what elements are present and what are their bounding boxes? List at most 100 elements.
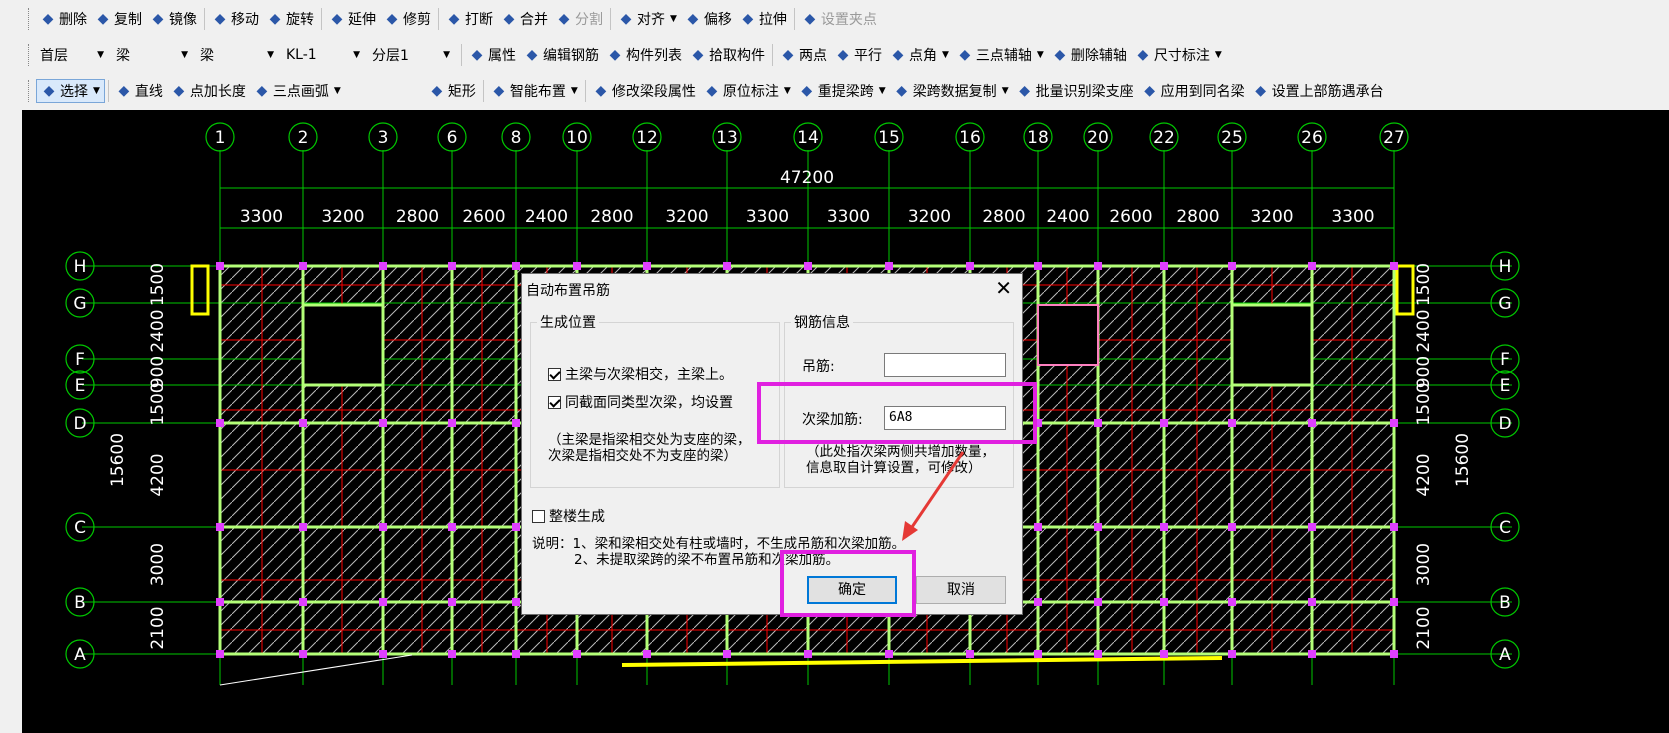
toolbar-grip[interactable]	[28, 44, 32, 66]
two-point-button[interactable]: ◆ 两点	[776, 43, 831, 67]
hanger-input[interactable]	[884, 353, 1006, 377]
chevron-down-icon[interactable]: ▼	[443, 50, 450, 60]
align-button[interactable]: ◆ 对齐 ▼	[614, 7, 681, 31]
dimension-span-top: 3200	[321, 207, 364, 227]
chevron-down-icon[interactable]: ▼	[334, 86, 341, 96]
chevron-down-icon[interactable]: ▼	[1002, 86, 1009, 96]
axis-label-top: 22	[1153, 128, 1175, 148]
whole-building-option[interactable]: 整楼生成	[532, 506, 605, 526]
pen-eraser-button[interactable]: ◆ 删除	[36, 7, 91, 31]
main-secondary-checkbox[interactable]	[548, 368, 561, 381]
properties-button[interactable]: ◆ 属性	[465, 43, 520, 67]
edit-rebar-button[interactable]: ◆ 编辑钢筋	[520, 43, 603, 67]
chevron-down-icon[interactable]: ▼	[93, 86, 100, 96]
same-section-option[interactable]: 同截面同类型次梁，均设置	[548, 392, 733, 412]
axis-label-left: D	[73, 414, 86, 434]
secondary-rebar-input[interactable]: 6A8	[884, 406, 1006, 430]
axis-label-top: 27	[1383, 128, 1405, 148]
column	[299, 523, 307, 531]
rotate-button[interactable]: ◆ 旋转	[263, 7, 318, 31]
main-secondary-option[interactable]: 主梁与次梁相交，主梁上。	[548, 364, 733, 384]
column	[299, 262, 307, 270]
axis-label-right: H	[1499, 257, 1512, 277]
mirror-button[interactable]: ◆ 镜像	[146, 7, 201, 31]
chevron-down-icon[interactable]: ▼	[879, 86, 886, 96]
split-button[interactable]: ◆ 分割	[552, 7, 607, 31]
toolbar-grip[interactable]	[28, 80, 32, 102]
same-section-checkbox[interactable]	[548, 396, 561, 409]
whole-building-checkbox[interactable]	[532, 510, 545, 523]
apply-same-beam-button[interactable]: ◆ 应用到同名梁	[1138, 79, 1249, 103]
chevron-down-icon[interactable]: ▼	[353, 50, 360, 60]
floor-component-select[interactable]: 分层1 ▼	[368, 43, 454, 67]
trim-button[interactable]: ◆ 修剪	[380, 7, 435, 31]
upper-rebar-button[interactable]: ◆ 设置上部筋遇承台	[1249, 79, 1388, 103]
grip-point-button[interactable]: ◆ 设置夹点	[798, 7, 881, 31]
chevron-down-icon[interactable]: ▼	[942, 50, 949, 60]
chevron-down-icon[interactable]: ▼	[267, 50, 274, 60]
dimension-span-left: 1500	[148, 263, 168, 306]
chevron-down-icon[interactable]: ▼	[670, 14, 677, 24]
point-angle-button[interactable]: ◆ 点角 ▼	[886, 43, 953, 67]
button-label: 镜像	[169, 12, 197, 28]
extend-button[interactable]: ◆ 延伸	[325, 7, 380, 31]
ok-button[interactable]: 确定	[807, 576, 897, 604]
rectangle-button[interactable]: ◆ 矩形	[425, 79, 480, 103]
three-point-axis-button[interactable]: ◆ 三点辅轴 ▼	[953, 43, 1048, 67]
toolbar-separator	[461, 44, 462, 66]
floor-component-select[interactable]: 梁 ▼	[196, 43, 278, 67]
extend-icon: ◆	[331, 11, 343, 27]
merge-button[interactable]: ◆ 合并	[497, 7, 552, 31]
dimension-span-top: 3300	[1331, 207, 1374, 227]
point-length-button[interactable]: ◆ 点加长度	[167, 79, 250, 103]
copy-button[interactable]: ◆ 复制	[91, 7, 146, 31]
chevron-down-icon[interactable]: ▼	[97, 50, 104, 60]
dimension-total-height-right: 15600	[1453, 433, 1473, 487]
button-label: 对齐	[637, 12, 665, 28]
column	[1308, 262, 1316, 270]
dimension-button[interactable]: ◆ 尺寸标注 ▼	[1131, 43, 1226, 67]
floor-component-select[interactable]: KL-1 ▼	[282, 43, 364, 67]
chevron-down-icon[interactable]: ▼	[784, 86, 791, 96]
floor-component-select[interactable]: 首层 ▼	[36, 43, 108, 67]
break-button[interactable]: ◆ 打断	[442, 7, 497, 31]
axis-label-right: B	[1499, 593, 1511, 613]
move-button[interactable]: ◆ 移动	[208, 7, 263, 31]
toolbar-grip[interactable]	[28, 8, 32, 30]
dimension-span-left: 3000	[148, 543, 168, 586]
column	[1034, 598, 1042, 606]
dialog-close-icon[interactable]: ✕	[995, 276, 1012, 300]
chevron-down-icon[interactable]: ▼	[181, 50, 188, 60]
floor-component-select[interactable]: 梁 ▼	[112, 43, 192, 67]
modify-span-button[interactable]: ◆ 修改梁段属性	[589, 79, 700, 103]
chevron-down-icon[interactable]: ▼	[1037, 50, 1044, 60]
component-list-button[interactable]: ◆ 构件列表	[603, 43, 686, 67]
toolbar-separator	[772, 44, 773, 66]
line-button[interactable]: ◆ 直线	[112, 79, 167, 103]
batch-support-button[interactable]: ◆ 批量识别梁支座	[1013, 79, 1138, 103]
column	[216, 523, 224, 531]
in-place-label-button[interactable]: ◆ 原位标注 ▼	[700, 79, 795, 103]
axis-label-right: E	[1500, 376, 1511, 396]
chevron-down-icon[interactable]: ▼	[571, 86, 578, 96]
dialog-title: 自动布置吊筋	[526, 283, 610, 299]
smart-layout-button[interactable]: ◆ 智能布置 ▼	[487, 79, 582, 103]
chevron-down-icon[interactable]: ▼	[1215, 50, 1222, 60]
pick-component-button[interactable]: ◆ 拾取构件	[686, 43, 769, 67]
arc-button[interactable]: ◆ 三点画弧 ▼	[250, 79, 425, 103]
delete-axis-button[interactable]: ◆ 删除辅轴	[1048, 43, 1131, 67]
draw-toolbar: ◆ 选择 ▼ ◆ 直线 ◆ 点加长度 ◆ 三点画弧 ▼ ◆ 矩形 ◆ 智能布置 ▼ ◆ 修改梁段属性 ◆ 原位标注 ▼…	[0, 72, 1669, 110]
dimension-span-top: 3200	[665, 207, 708, 227]
copy-span-data-button[interactable]: ◆ 梁跨数据复制 ▼	[890, 79, 1013, 103]
column	[448, 262, 456, 270]
toolbar-separator	[482, 80, 484, 102]
button-label: 分割	[575, 12, 603, 28]
parallel-button[interactable]: ◆ 平行	[831, 43, 886, 67]
position-note-2: 次梁是指相交处不为支座的梁）	[548, 448, 737, 464]
stretch-button[interactable]: ◆ 拉伸	[736, 7, 791, 31]
cursor-button[interactable]: ◆ 选择 ▼	[36, 79, 105, 103]
reextract-span-button[interactable]: ◆ 重提梁跨 ▼	[795, 79, 890, 103]
cancel-button[interactable]: 取消	[916, 576, 1006, 604]
offset-button[interactable]: ◆ 偏移	[681, 7, 736, 31]
axis-label-left: G	[73, 294, 86, 314]
